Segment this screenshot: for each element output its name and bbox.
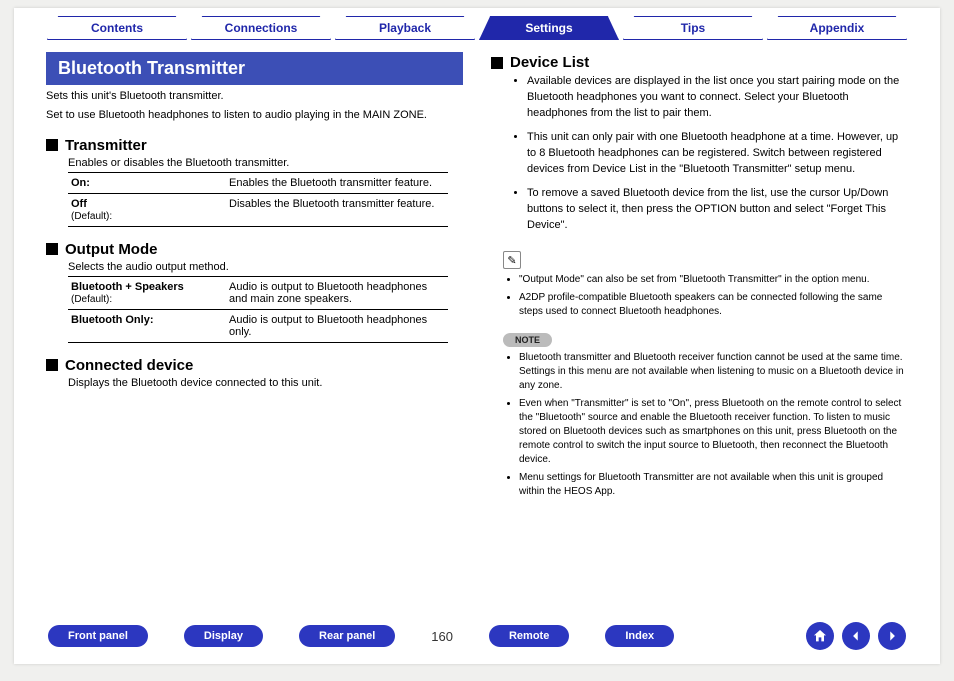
nav-icons (806, 622, 906, 650)
heading-connected-device: Connected device (46, 357, 463, 374)
heading-label: Transmitter (65, 137, 147, 154)
tab-tips[interactable]: Tips (623, 16, 763, 40)
square-bullet-icon (46, 243, 58, 255)
content-columns: Bluetooth Transmitter Sets this unit's B… (14, 40, 940, 503)
tab-contents[interactable]: Contents (47, 16, 187, 40)
section-title: Bluetooth Transmitter (46, 52, 463, 85)
table-row: On: Enables the Bluetooth transmitter fe… (68, 173, 448, 194)
footer-bar: Front panel Display Rear panel 160 Remot… (14, 622, 940, 650)
row-default: (Default): (71, 211, 112, 222)
note-list: Bluetooth transmitter and Bluetooth rece… (519, 351, 908, 499)
right-column: Device List Available devices are displa… (491, 52, 908, 503)
pill-rear-panel[interactable]: Rear panel (299, 625, 395, 647)
note-badge: NOTE (503, 333, 552, 347)
device-list-bullets: Available devices are displayed in the l… (527, 74, 908, 233)
row-default: (Default): (71, 294, 112, 305)
home-icon[interactable] (806, 622, 834, 650)
transmitter-desc: Enables or disables the Bluetooth transm… (68, 157, 463, 169)
tab-playback[interactable]: Playback (335, 16, 475, 40)
list-item: Even when "Transmitter" is set to "On", … (519, 397, 908, 467)
output-desc: Selects the audio output method. (68, 261, 463, 273)
row-desc: Disables the Bluetooth transmitter featu… (229, 198, 445, 222)
pill-remote[interactable]: Remote (489, 625, 569, 647)
manual-page: Contents Connections Playback Settings T… (14, 8, 940, 664)
tab-appendix[interactable]: Appendix (767, 16, 907, 40)
intro-text-2: Set to use Bluetooth headphones to liste… (46, 108, 463, 123)
list-item: To remove a saved Bluetooth device from … (527, 186, 908, 234)
prev-arrow-icon[interactable] (842, 622, 870, 650)
tab-connections[interactable]: Connections (191, 16, 331, 40)
square-bullet-icon (46, 139, 58, 151)
table-row: Bluetooth + Speakers (Default): Audio is… (68, 277, 448, 310)
page-number: 160 (431, 629, 453, 644)
list-item: Bluetooth transmitter and Bluetooth rece… (519, 351, 908, 393)
table-row: Bluetooth Only: Audio is output to Bluet… (68, 310, 448, 343)
intro-text-1: Sets this unit's Bluetooth transmitter. (46, 89, 463, 104)
tab-settings[interactable]: Settings (479, 16, 619, 40)
heading-transmitter: Transmitter (46, 137, 463, 154)
heading-device-list: Device List (491, 54, 908, 71)
transmitter-table: On: Enables the Bluetooth transmitter fe… (68, 172, 448, 227)
heading-label: Output Mode (65, 241, 157, 258)
list-item: A2DP profile-compatible Bluetooth speake… (519, 291, 908, 319)
row-desc: Audio is output to Bluetooth headphones … (229, 314, 445, 338)
square-bullet-icon (46, 359, 58, 371)
top-tabs: Contents Connections Playback Settings T… (14, 8, 940, 40)
row-desc: Audio is output to Bluetooth headphones … (229, 281, 445, 305)
row-term: On: (71, 177, 90, 189)
list-item: This unit can only pair with one Bluetoo… (527, 130, 908, 178)
list-item: Menu settings for Bluetooth Transmitter … (519, 471, 908, 499)
row-term: Bluetooth + Speakers (71, 281, 184, 293)
row-term: Bluetooth Only: (71, 314, 154, 326)
pill-front-panel[interactable]: Front panel (48, 625, 148, 647)
row-term: Off (71, 198, 87, 210)
connected-desc: Displays the Bluetooth device connected … (68, 377, 463, 389)
heading-output-mode: Output Mode (46, 241, 463, 258)
table-row: Off (Default): Disables the Bluetooth tr… (68, 194, 448, 227)
pill-display[interactable]: Display (184, 625, 263, 647)
left-column: Bluetooth Transmitter Sets this unit's B… (46, 52, 463, 503)
output-table: Bluetooth + Speakers (Default): Audio is… (68, 276, 448, 343)
square-bullet-icon (491, 57, 503, 69)
next-arrow-icon[interactable] (878, 622, 906, 650)
row-desc: Enables the Bluetooth transmitter featur… (229, 177, 445, 189)
heading-label: Connected device (65, 357, 193, 374)
list-item: Available devices are displayed in the l… (527, 74, 908, 122)
tips-list: "Output Mode" can also be set from "Blue… (519, 273, 908, 319)
list-item: "Output Mode" can also be set from "Blue… (519, 273, 908, 287)
heading-label: Device List (510, 54, 589, 71)
pill-index[interactable]: Index (605, 625, 674, 647)
pencil-icon: ✎ (503, 251, 521, 269)
